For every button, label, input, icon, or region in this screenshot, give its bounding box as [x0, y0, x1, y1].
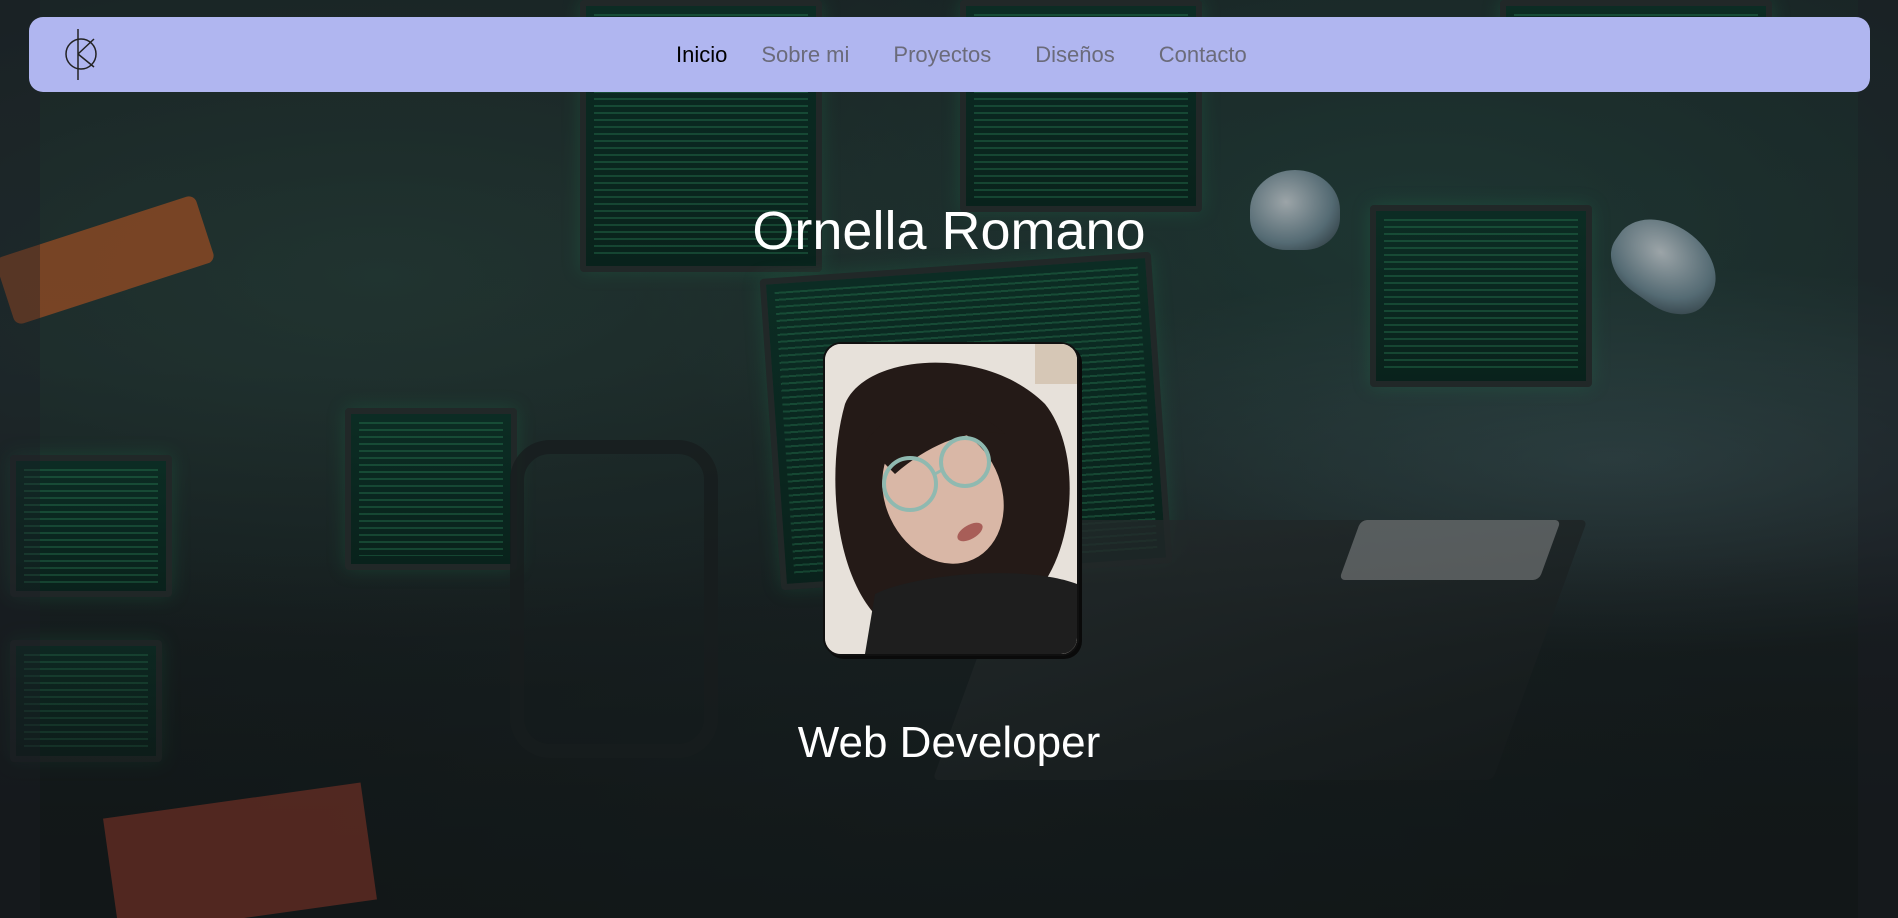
ko-monogram-logo-icon[interactable] — [61, 27, 101, 82]
background-edge — [1858, 0, 1898, 918]
nav-link-inicio[interactable]: Inicio — [676, 42, 739, 68]
top-navbar: Inicio Sobre mi Proyectos Diseños Contac… — [29, 17, 1870, 92]
background-edge — [0, 0, 40, 918]
nav-menu: Inicio Sobre mi Proyectos Diseños Contac… — [676, 17, 1269, 92]
hero-name: Ornella Romano — [752, 201, 1146, 261]
nav-link-disenos[interactable]: Diseños — [1013, 42, 1136, 68]
page: Inicio Sobre mi Proyectos Diseños Contac… — [0, 0, 1898, 918]
nav-link-proyectos[interactable]: Proyectos — [871, 42, 1013, 68]
nav-link-contacto[interactable]: Contacto — [1137, 42, 1269, 68]
avatar — [823, 342, 1079, 656]
nav-link-sobre-mi[interactable]: Sobre mi — [739, 42, 871, 68]
hero-role: Web Developer — [797, 718, 1101, 767]
profile-photo — [825, 344, 1077, 654]
